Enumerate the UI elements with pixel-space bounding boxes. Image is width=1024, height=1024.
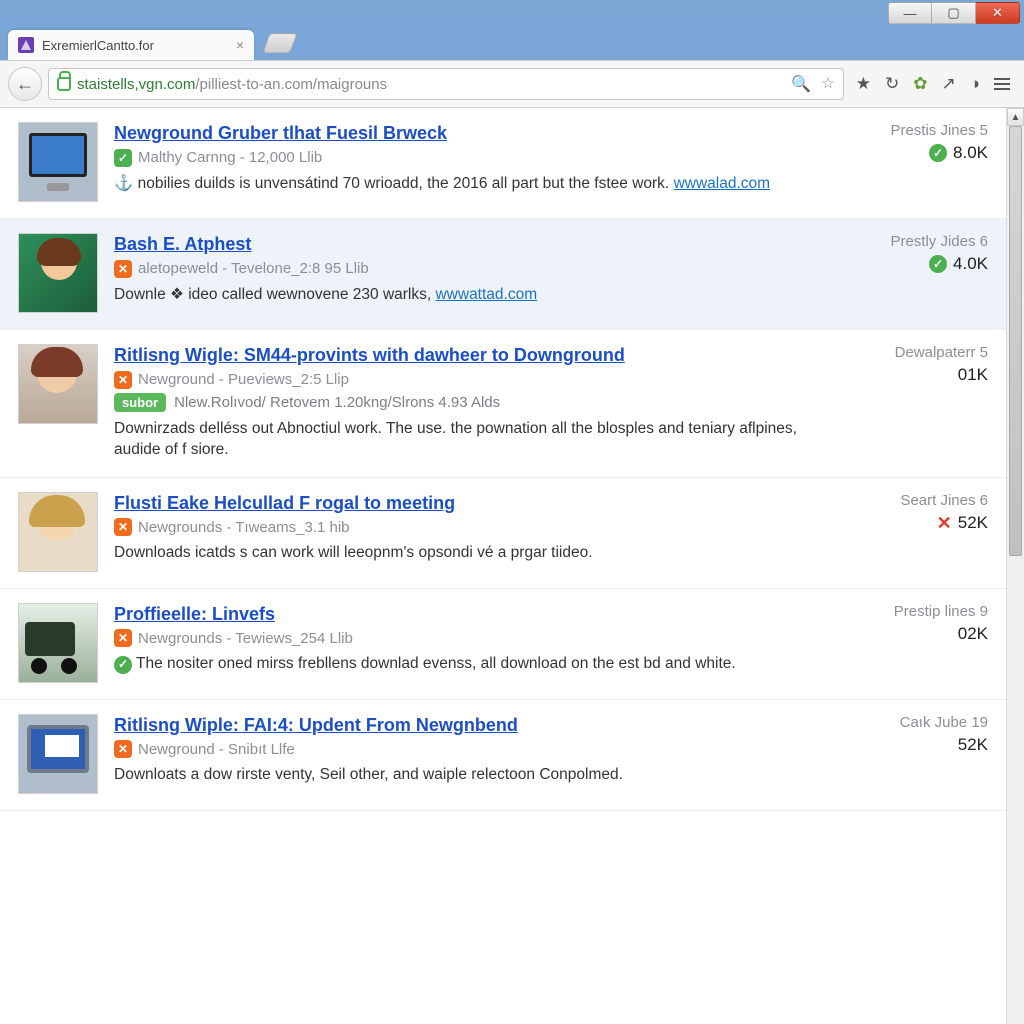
result-thumbnail[interactable]	[18, 344, 98, 424]
check-icon	[929, 255, 947, 273]
result-meta-value: 4.0K	[953, 254, 988, 274]
browser-toolbar: ← staistells,vgn.com /pilliest-to-an.com…	[0, 60, 1024, 108]
result-meta-value: 8.0K	[953, 143, 988, 163]
tab-strip: ExremierlCantto.for ×	[0, 26, 1024, 60]
result-meta-date: Prestis Jines 5	[836, 122, 988, 139]
progress-icon[interactable]: ◑	[970, 74, 980, 94]
result-title-link[interactable]: Flusti Eake Helcullad F rogal to meeting	[114, 493, 455, 513]
result-meta-date: Seart Jines 6	[836, 492, 988, 509]
result-subline: ✕ Newgrounds - Tewiews_254 Llib	[114, 629, 828, 647]
search-icon[interactable]: 🔍	[791, 74, 811, 94]
result-author: Newgrounds - Tıweams_3.1 hib	[138, 519, 350, 536]
warning-badge-icon: ✕	[114, 260, 132, 278]
result-description-link[interactable]: wwwattad.com	[435, 286, 537, 303]
window-maximize-button[interactable]: ▢	[932, 2, 976, 24]
result-thumbnail[interactable]	[18, 122, 98, 202]
lock-icon	[57, 77, 71, 91]
refresh-icon[interactable]: ↻	[885, 74, 899, 94]
result-title-link[interactable]: Bash E. Atphest	[114, 234, 251, 254]
result-author: Newgrounds - Tewiews_254 Llib	[138, 630, 353, 647]
result-item: Newground Gruber tlhat Fuesil Brweck ✓ Mal…	[0, 108, 1006, 219]
url-domain: staistells,vgn.com	[77, 76, 195, 93]
result-meta-date: Prestly Jides 6	[836, 233, 988, 250]
result-thumbnail[interactable]	[18, 233, 98, 313]
result-subline: ✕ aletopeweld - Tevelone_2:8 95 Llib	[114, 260, 828, 278]
result-meta-count: 4.0K	[836, 254, 988, 274]
result-meta-date: Dewalpaterr 5	[836, 344, 988, 361]
check-icon	[929, 144, 947, 162]
result-title-link[interactable]: Newground Gruber tlhat Fuesil Brweck	[114, 123, 447, 143]
vertical-scrollbar[interactable]: ▲	[1006, 108, 1024, 1024]
bookmark-outline-icon[interactable]: ☆	[821, 74, 834, 94]
result-thumbnail[interactable]	[18, 492, 98, 572]
result-description: Downloats a dow rirste venty, Seil other…	[114, 764, 828, 786]
result-description-link[interactable]: wwwalad.com	[674, 175, 770, 192]
result-subline-2-text: Nlew.Rolıvod/ Retovem 1.20kng/Slrons 4.9…	[174, 394, 500, 411]
result-description: Downle ❖ ideo called wewnovene 230 warlk…	[114, 284, 828, 306]
result-thumbnail[interactable]	[18, 714, 98, 794]
result-meta-count: ✕ 52K	[836, 513, 988, 534]
result-subline: ✕ Newground - Pueviews_2:5 Llip	[114, 371, 828, 389]
result-meta-value: 52K	[958, 735, 988, 755]
result-subline: ✓ Malthy Carnng - 12,000 Llib	[114, 149, 828, 167]
browser-tab[interactable]: ExremierlCantto.for ×	[8, 30, 254, 60]
result-thumbnail[interactable]	[18, 603, 98, 683]
result-item: Bash E. Atphest ✕ aletopeweld - Tevelone_2…	[0, 219, 1006, 330]
result-item: Flusti Eake Helcullad F rogal to meeting…	[0, 478, 1006, 589]
new-tab-button[interactable]	[262, 33, 297, 53]
cross-icon: ✕	[937, 513, 952, 534]
result-meta-value: 02K	[958, 624, 988, 644]
result-subline: ✕ Newground - Snibıt Llfe	[114, 740, 828, 758]
result-meta-count: 52K	[836, 735, 988, 755]
result-description: The nositer oned mirss frebllens downlad…	[114, 653, 828, 675]
result-meta-date: Prestip lines 9	[836, 603, 988, 620]
window-titlebar: — ▢ ✕	[0, 0, 1024, 26]
warning-badge-icon: ✕	[114, 518, 132, 536]
result-description: Downloads icatds s can work will leeopnm…	[114, 542, 828, 564]
menu-icon[interactable]	[994, 78, 1010, 90]
result-description: Downirzads delléss out Abnoctiul work. T…	[114, 418, 828, 461]
tab-close-icon[interactable]: ×	[236, 37, 244, 53]
result-description: ⚓ nobilies duilds is unvensátind 70 wrio…	[114, 173, 828, 195]
result-meta-date: Caık Jube 19	[836, 714, 988, 731]
result-author: Newground - Pueviews_2:5 Llip	[138, 371, 349, 388]
result-title-link[interactable]: Proffieelle: Linvefs	[114, 604, 275, 624]
result-meta-count: 01K	[836, 365, 988, 385]
result-subline: ✕ Newgrounds - Tıweams_3.1 hib	[114, 518, 828, 536]
warning-badge-icon: ✕	[114, 740, 132, 758]
scroll-up-button[interactable]: ▲	[1007, 108, 1024, 126]
window-minimize-button[interactable]: —	[888, 2, 932, 24]
result-title-link[interactable]: Ritlisng Wigle: SM44-provints with dawhe…	[114, 345, 625, 365]
back-button[interactable]: ←	[8, 67, 42, 101]
url-path: /pilliest-to-an.com/maigrouns	[195, 76, 387, 93]
result-author: aletopeweld - Tevelone_2:8 95 Llib	[138, 260, 369, 277]
result-tag[interactable]: subor	[114, 393, 166, 412]
result-meta-value: 52K	[958, 513, 988, 533]
url-bar[interactable]: staistells,vgn.com /pilliest-to-an.com/m…	[48, 68, 844, 100]
verified-badge-icon: ✓	[114, 149, 132, 167]
tab-title: ExremierlCantto.for	[42, 38, 154, 53]
result-item: Ritlisng Wiple: FAI:4: Updent From Newgn…	[0, 700, 1006, 811]
result-item: Proffieelle: Linvefs ✕ Newgrounds - Tewiew…	[0, 589, 1006, 700]
result-meta-count: 02K	[836, 624, 988, 644]
warning-badge-icon: ✕	[114, 371, 132, 389]
result-author: Newground - Snibıt Llfe	[138, 741, 295, 758]
scrollbar-thumb[interactable]	[1009, 126, 1022, 556]
anchor-icon: ⚓	[114, 175, 138, 192]
result-title-link[interactable]: Ritlisng Wiple: FAI:4: Updent From Newgn…	[114, 715, 518, 735]
result-item: Ritlisng Wigle: SM44-provints with dawhe…	[0, 330, 1006, 478]
result-meta-value: 01K	[958, 365, 988, 385]
result-subline-2: subor Nlew.Rolıvod/ Retovem 1.20kng/Slron…	[114, 393, 828, 412]
results-list: Newground Gruber tlhat Fuesil Brweck ✓ Mal…	[0, 108, 1006, 1024]
plant-icon[interactable]: ✿	[913, 74, 927, 94]
share-icon[interactable]: ↗	[941, 74, 955, 94]
warning-badge-icon: ✕	[114, 629, 132, 647]
result-meta-count: 8.0K	[836, 143, 988, 163]
tab-favicon	[18, 37, 34, 53]
bookmark-icon[interactable]: ★	[856, 74, 871, 94]
window-close-button[interactable]: ✕	[976, 2, 1020, 24]
result-author: Malthy Carnng - 12,000 Llib	[138, 149, 322, 166]
check-icon	[114, 656, 132, 674]
